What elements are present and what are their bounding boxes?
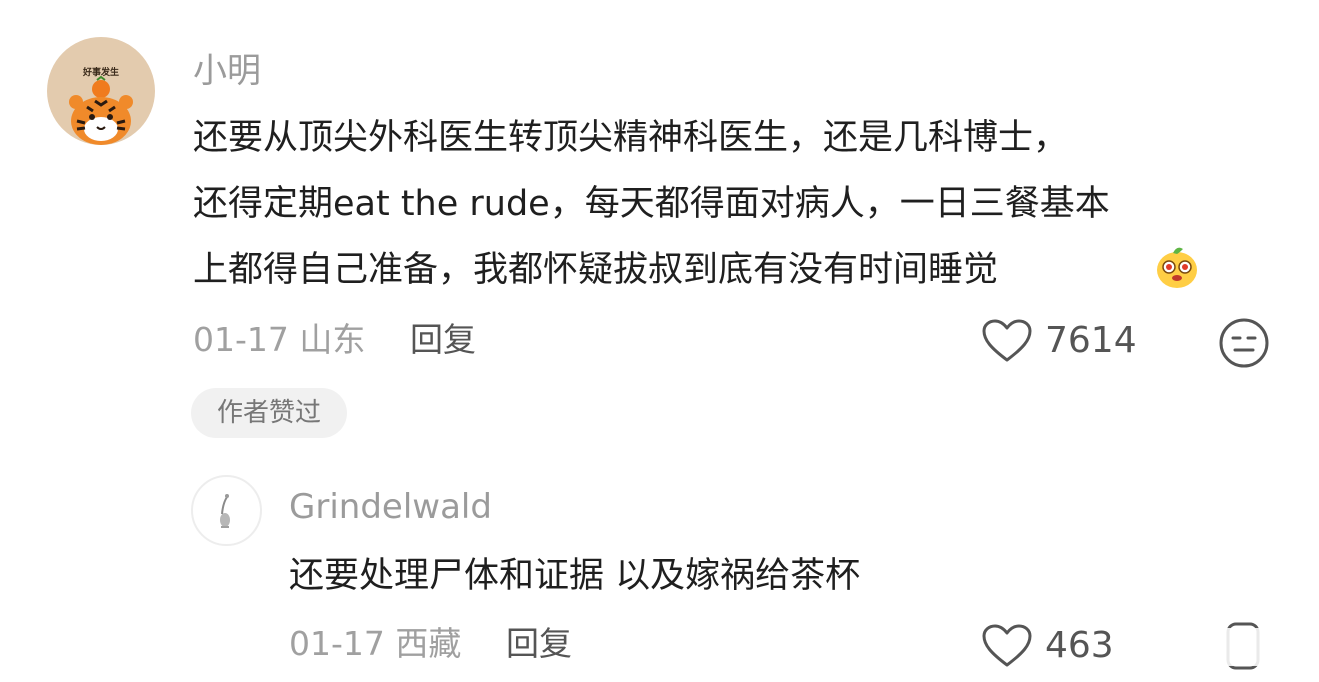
comment-thread: 好事发生 小明 还要从顶尖外科医生转顶尖精神科医生，还是几科博士， 还得定期ea… [0, 0, 1319, 682]
reply-meta: 01-17 西藏 [289, 627, 461, 660]
comment-text-line: 上都得自己准备，我都怀疑拔叔到底有没有时间睡觉 [193, 250, 999, 290]
reply-username[interactable]: Grindelwald [289, 490, 492, 524]
author-liked-badge: 作者赞过 [191, 388, 347, 438]
like-count: 7614 [1045, 320, 1137, 361]
heart-outline-icon [982, 624, 1032, 667]
reply-button[interactable]: 回复 [506, 627, 572, 660]
comment-meta: 01-17 山东 [193, 323, 365, 356]
comment-text-line: 还要从顶尖外科医生转顶尖精神科医生，还是几科博士， [193, 118, 1069, 158]
like-button[interactable]: 7614 [981, 318, 1137, 364]
comment-date: 01-17 [193, 320, 289, 359]
avatar[interactable] [191, 475, 262, 546]
reply-text: 还要处理尸体和证据 以及嫁祸给茶杯 [289, 556, 861, 596]
watermark-overlay [1112, 628, 1306, 666]
reply-button[interactable]: 回复 [410, 323, 476, 356]
sketch-avatar-icon [220, 494, 230, 528]
comment-text-line: 还得定期eat the rude，每天都得面对病人，一日三餐基本 [193, 184, 1110, 224]
heart-outline-icon [982, 319, 1032, 362]
like-count: 463 [1045, 625, 1114, 666]
reply-location: 西藏 [395, 624, 462, 663]
tiger-avatar-icon [69, 75, 133, 145]
mango-emoji-icon [1157, 247, 1197, 288]
neutral-face-icon[interactable] [1218, 317, 1270, 369]
avatar[interactable]: 好事发生 [47, 37, 155, 145]
reply-date: 01-17 [289, 624, 385, 663]
comment-location: 山东 [299, 320, 366, 359]
comment-username[interactable]: 小明 [193, 54, 261, 88]
like-button[interactable]: 463 [981, 623, 1114, 669]
